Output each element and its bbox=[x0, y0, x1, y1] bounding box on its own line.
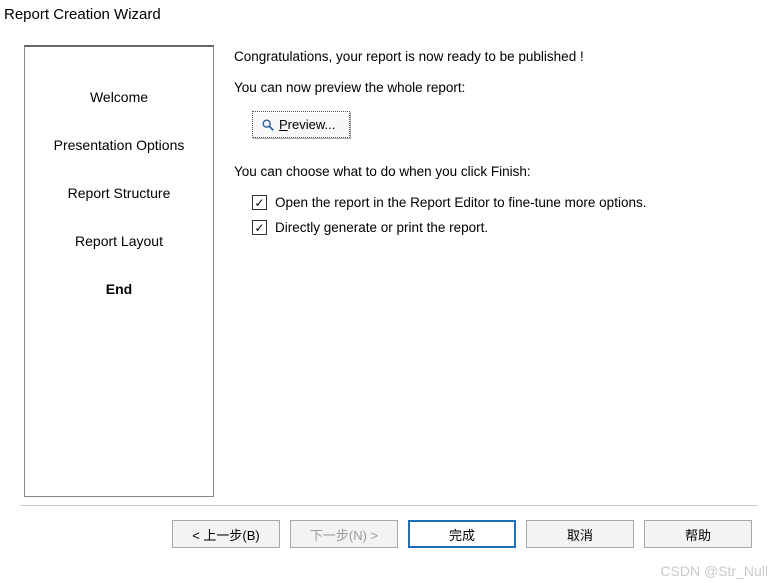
watermark: CSDN @Str_Null bbox=[660, 563, 768, 579]
finish-button[interactable]: 完成 bbox=[408, 520, 516, 548]
option-generate-print: ✓ Directly generate or print the report. bbox=[252, 220, 746, 235]
preview-intro-text: You can now preview the whole report: bbox=[234, 80, 746, 95]
finish-intro-text: You can choose what to do when you click… bbox=[234, 164, 746, 179]
checkbox-open-in-editor[interactable]: ✓ bbox=[252, 195, 267, 210]
step-report-layout[interactable]: Report Layout bbox=[25, 217, 213, 265]
option-open-in-editor: ✓ Open the report in the Report Editor t… bbox=[252, 195, 746, 210]
step-presentation-options[interactable]: Presentation Options bbox=[25, 121, 213, 169]
window-title: Report Creation Wizard bbox=[0, 0, 778, 27]
wizard-main-panel: Congratulations, your report is now read… bbox=[214, 45, 754, 497]
cancel-button[interactable]: 取消 bbox=[526, 520, 634, 548]
option-label: Open the report in the Report Editor to … bbox=[275, 195, 646, 210]
preview-button[interactable]: Preview... bbox=[252, 111, 350, 138]
next-button: 下一步(N) > bbox=[290, 520, 398, 548]
step-report-structure[interactable]: Report Structure bbox=[25, 169, 213, 217]
option-label: Directly generate or print the report. bbox=[275, 220, 488, 235]
back-button[interactable]: < 上一步(B) bbox=[172, 520, 280, 548]
checkbox-generate-print[interactable]: ✓ bbox=[252, 220, 267, 235]
wizard-steps-panel: Welcome Presentation Options Report Stru… bbox=[24, 45, 214, 497]
magnifier-icon bbox=[261, 118, 275, 132]
preview-button-label: Preview... bbox=[279, 117, 335, 132]
wizard-body: Welcome Presentation Options Report Stru… bbox=[0, 27, 778, 505]
help-button[interactable]: 帮助 bbox=[644, 520, 752, 548]
congrats-text: Congratulations, your report is now read… bbox=[234, 49, 746, 64]
finish-options: ✓ Open the report in the Report Editor t… bbox=[252, 195, 746, 235]
step-end[interactable]: End bbox=[25, 265, 213, 313]
wizard-button-bar: < 上一步(B) 下一步(N) > 完成 取消 帮助 bbox=[0, 506, 778, 548]
step-welcome[interactable]: Welcome bbox=[25, 73, 213, 121]
